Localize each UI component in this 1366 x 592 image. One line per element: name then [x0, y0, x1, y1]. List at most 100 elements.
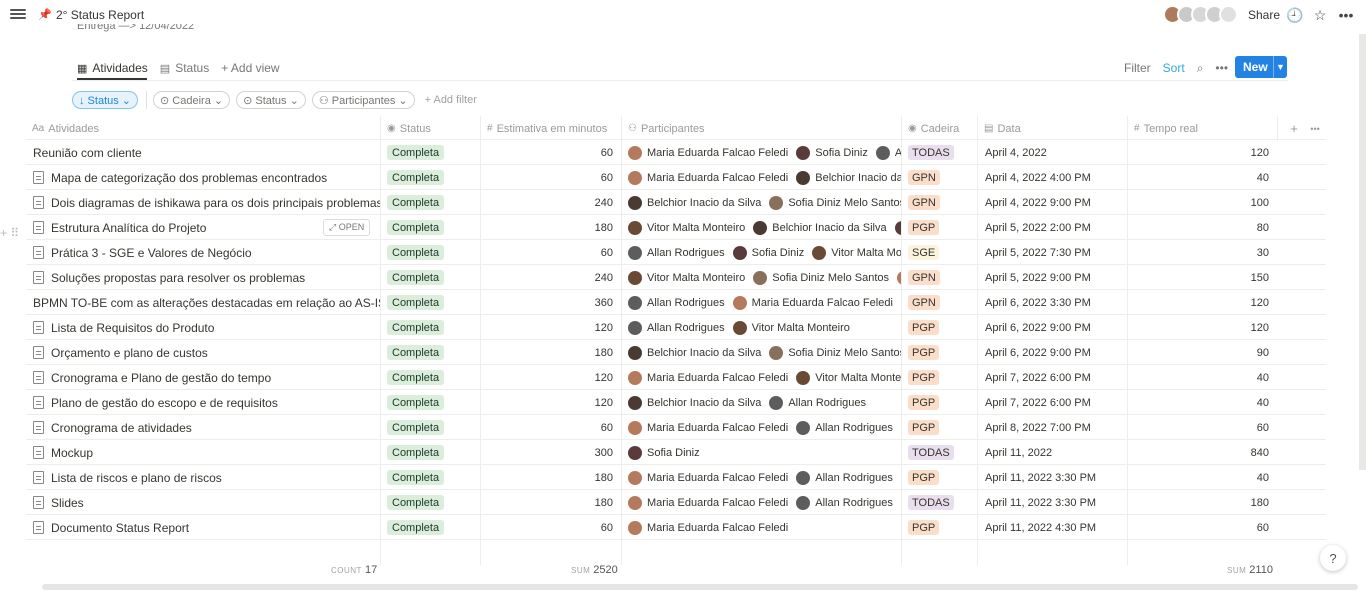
participant[interactable]: Maria Eduarda Falcao Feledi: [628, 470, 788, 485]
estimate-cell[interactable]: 60: [480, 415, 621, 440]
filter-participantes-chip[interactable]: ⚇ Participantes ⌄: [311, 91, 415, 109]
table-row[interactable]: Plano de gestão do escopo e de requisito…: [26, 390, 1326, 415]
drag-handle-icon[interactable]: + ⠿: [0, 226, 19, 240]
status-cell[interactable]: Completa: [380, 265, 480, 290]
activity-title-cell[interactable]: Mapa de categorização dos problemas enco…: [26, 165, 380, 190]
participant[interactable]: Belchior Inacio da Silva: [628, 195, 761, 210]
sort-status-chip[interactable]: ↓ Status ⌄: [72, 91, 139, 109]
participant[interactable]: Vitor Malta Monteiro: [812, 245, 901, 260]
more-icon[interactable]: •••: [1310, 124, 1319, 134]
table-row[interactable]: Dois diagramas de ishikawa para os dois …: [26, 190, 1326, 215]
table-row[interactable]: BPMN TO-BE com as alterações destacadas …: [26, 290, 1326, 315]
table-row[interactable]: Cronograma e Plano de gestão do tempo Com…: [26, 365, 1326, 390]
status-cell[interactable]: Completa: [380, 365, 480, 390]
estimate-cell[interactable]: 180: [480, 215, 621, 240]
participant[interactable]: Belchior Inacio da Silva: [753, 220, 887, 235]
column-header-tempo-real[interactable]: # Tempo real: [1127, 116, 1277, 141]
share-button[interactable]: Share: [1248, 8, 1280, 22]
table-row[interactable]: Mockup Completa 300 Sofia Diniz TODAS April 1…: [26, 440, 1326, 465]
participant[interactable]: Maria Eduarda Falcao Feledi: [628, 145, 788, 160]
estimate-cell[interactable]: 180: [480, 490, 621, 515]
participant[interactable]: Sofia Diniz: [628, 445, 700, 460]
real-time-cell[interactable]: 40: [1127, 165, 1277, 190]
participant[interactable]: Maria Eduarda Falcao Feledi: [628, 520, 788, 535]
participants-cell[interactable]: Maria Eduarda Falcao Feledi: [621, 515, 901, 540]
table-row[interactable]: Soluções propostas para resolver os prob…: [26, 265, 1326, 290]
estimate-sum-calculation[interactable]: SUM 2520: [571, 564, 618, 576]
date-cell[interactable]: April 8, 2022 7:00 PM: [977, 415, 1127, 440]
participant[interactable]: Belchior Inacio da Silva: [796, 170, 901, 185]
chevron-down-icon[interactable]: ▼: [1273, 56, 1287, 78]
filter-status-chip[interactable]: ⊙ Status ⌄: [236, 91, 306, 109]
activity-title-cell[interactable]: Soluções propostas para resolver os prob…: [26, 265, 380, 290]
status-cell[interactable]: Completa: [380, 340, 480, 365]
more-icon[interactable]: •••: [1338, 7, 1354, 23]
column-header-estimativa[interactable]: # Estimativa em minutos: [480, 116, 621, 141]
status-cell[interactable]: Completa: [380, 465, 480, 490]
participants-cell[interactable]: Allan Rodrigues Sofia Diniz Vitor Malta Mo…: [621, 240, 901, 265]
date-cell[interactable]: April 4, 2022 9:00 PM: [977, 190, 1127, 215]
column-header-cadeira[interactable]: ◉ Cadeira: [901, 116, 977, 141]
estimate-cell[interactable]: 180: [480, 465, 621, 490]
date-cell[interactable]: April 5, 2022 2:00 PM: [977, 215, 1127, 240]
real-time-cell[interactable]: 100: [1127, 190, 1277, 215]
status-cell[interactable]: Completa: [380, 140, 480, 165]
cadeira-cell[interactable]: PGP: [901, 515, 977, 540]
activity-title-cell[interactable]: Reunião com cliente: [26, 140, 380, 165]
status-cell[interactable]: Completa: [380, 440, 480, 465]
activity-title-cell[interactable]: Lista de riscos e plano de riscos: [26, 465, 380, 490]
activity-title-cell[interactable]: Cronograma de atividades: [26, 415, 380, 440]
real-time-cell[interactable]: 80: [1127, 215, 1277, 240]
new-button[interactable]: New ▼: [1235, 56, 1287, 78]
cadeira-cell[interactable]: TODAS: [901, 440, 977, 465]
participant[interactable]: Maria Eduarda Falcao Feledi: [628, 170, 788, 185]
estimate-cell[interactable]: 240: [480, 265, 621, 290]
participant[interactable]: Sofia Diniz Melo Santos: [753, 270, 889, 285]
real-time-cell[interactable]: 60: [1127, 515, 1277, 540]
real-time-cell[interactable]: 150: [1127, 265, 1277, 290]
participants-cell[interactable]: Allan Rodrigues Vitor Malta Monteiro: [621, 315, 901, 340]
participants-cell[interactable]: Vitor Malta Monteiro Belchior Inacio da S…: [621, 215, 901, 240]
estimate-cell[interactable]: 180: [480, 340, 621, 365]
cadeira-cell[interactable]: SGE: [901, 240, 977, 265]
status-cell[interactable]: Completa: [380, 290, 480, 315]
real-time-cell[interactable]: 30: [1127, 240, 1277, 265]
filter-button[interactable]: Filter: [1124, 61, 1151, 75]
activity-title-cell[interactable]: Cronograma e Plano de gestão do tempo: [26, 365, 380, 390]
cadeira-cell[interactable]: PGP: [901, 415, 977, 440]
clock-icon[interactable]: 🕘: [1286, 7, 1303, 23]
estimate-cell[interactable]: 60: [480, 515, 621, 540]
participants-cell[interactable]: Belchior Inacio da Silva Sofia Diniz Melo…: [621, 190, 901, 215]
status-cell[interactable]: Completa: [380, 165, 480, 190]
help-button[interactable]: ?: [1320, 545, 1346, 571]
participant[interactable]: Maria Eduarda Falcao Feledi: [628, 495, 788, 510]
add-filter-button[interactable]: + Add filter: [425, 94, 477, 106]
cadeira-cell[interactable]: GPN: [901, 265, 977, 290]
date-cell[interactable]: April 11, 2022 3:30 PM: [977, 490, 1127, 515]
date-cell[interactable]: April 11, 2022 4:30 PM: [977, 515, 1127, 540]
estimate-cell[interactable]: 60: [480, 240, 621, 265]
participant[interactable]: Sofia Diniz: [796, 145, 868, 160]
table-row[interactable]: Lista de riscos e plano de riscos Complet…: [26, 465, 1326, 490]
cadeira-cell[interactable]: GPN: [901, 165, 977, 190]
participants-cell[interactable]: Vitor Malta Monteiro Sofia Diniz Melo San…: [621, 265, 901, 290]
participants-cell[interactable]: Maria Eduarda Falcao Feledi Allan Rodrigu…: [621, 465, 901, 490]
participant[interactable]: Allan Rodrigues: [796, 495, 893, 510]
participants-cell[interactable]: Maria Eduarda Falcao Feledi Allan Rodrigu…: [621, 415, 901, 440]
date-cell[interactable]: April 6, 2022 3:30 PM: [977, 290, 1127, 315]
sidebar-menu-icon[interactable]: [10, 7, 26, 23]
participants-cell[interactable]: Belchior Inacio da Silva Allan Rodrigues: [621, 390, 901, 415]
participant[interactable]: Allan Rodrigues: [628, 245, 725, 260]
table-row[interactable]: Documento Status Report Completa 60 Maria E…: [26, 515, 1326, 540]
participant[interactable]: Sofia Diniz Melo Santos: [769, 195, 901, 210]
sort-button[interactable]: Sort: [1163, 61, 1185, 75]
activity-title-cell[interactable]: Documento Status Report: [26, 515, 380, 540]
cadeira-cell[interactable]: GPN: [901, 190, 977, 215]
participant[interactable]: Allan Rodrigues: [796, 470, 893, 485]
horizontal-scrollbar[interactable]: [42, 584, 1358, 590]
activity-title-cell[interactable]: Mockup: [26, 440, 380, 465]
status-cell[interactable]: Completa: [380, 490, 480, 515]
tab-status[interactable]: ▤ Status: [160, 57, 209, 79]
estimate-cell[interactable]: 60: [480, 165, 621, 190]
cadeira-cell[interactable]: TODAS: [901, 140, 977, 165]
